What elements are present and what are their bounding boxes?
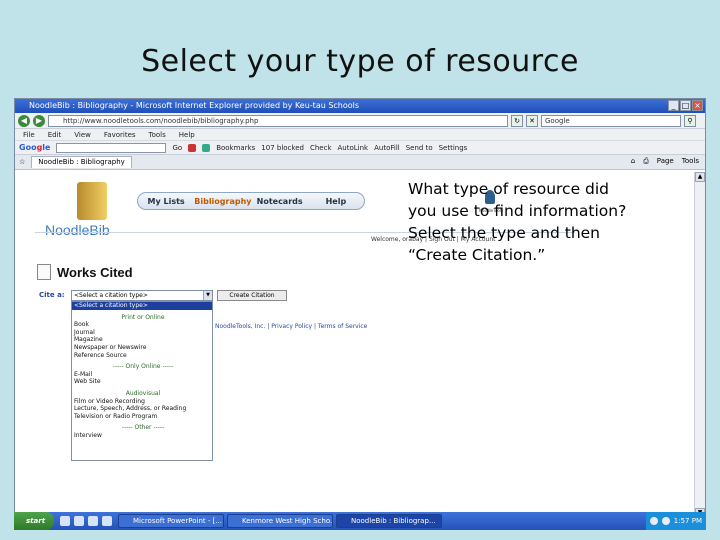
dropdown-option[interactable]: Journal	[72, 329, 212, 337]
quick-launch	[54, 516, 118, 526]
menu-file[interactable]: File	[23, 129, 35, 140]
stop-icon[interactable]: ✕	[526, 114, 538, 127]
dropdown-option[interactable]: Lecture, Speech, Address, or Reading	[72, 405, 212, 413]
page-menu[interactable]: Page	[657, 157, 674, 166]
scroll-up-icon[interactable]: ▲	[695, 172, 705, 182]
forward-button[interactable]: ▶	[33, 114, 45, 127]
google-logo: Google	[19, 143, 51, 152]
dropdown-option[interactable]: <Select a citation type>	[72, 302, 212, 310]
dropdown-option[interactable]: Interview	[72, 432, 212, 440]
browser-window: NoodleBib : Bibliography - Microsoft Int…	[14, 98, 706, 530]
dropdown-group-label: ----- Only Online -----	[112, 363, 174, 371]
window-titlebar: NoodleBib : Bibliography - Microsoft Int…	[15, 99, 705, 113]
citation-type-dropdown[interactable]: <Select a citation type> Print or Online B…	[71, 301, 213, 461]
taskbar: start Microsoft PowerPoint - [... Kenmor…	[14, 512, 706, 530]
news-icon[interactable]	[202, 143, 211, 152]
task-kenmore[interactable]: Kenmore West High Scho...	[227, 514, 333, 528]
dropdown-group-label: ----- Other -----	[121, 424, 165, 432]
volume-icon[interactable]	[661, 517, 670, 525]
toolbar-autofill[interactable]: AutoFill	[374, 144, 400, 152]
dropdown-option[interactable]: E-Mail	[72, 371, 212, 379]
minimize-button[interactable]: _	[668, 100, 679, 111]
refresh-icon[interactable]: ↻	[511, 114, 523, 127]
toolbar-autolink[interactable]: AutoLink	[338, 144, 369, 152]
excel-icon[interactable]	[102, 516, 112, 526]
ie-icon[interactable]	[60, 516, 70, 526]
toolbar-bookmarks[interactable]: Bookmarks	[216, 144, 255, 152]
dropdown-group-label: Print or Online	[121, 313, 165, 321]
toolbar-send-to[interactable]: Send to	[406, 144, 433, 152]
window-title: NoodleBib : Bibliography - Microsoft Int…	[29, 101, 360, 110]
vertical-scrollbar[interactable]: ▲ ▼	[694, 172, 705, 518]
search-icon[interactable]: ⚲	[684, 114, 696, 127]
nav-help[interactable]: Help	[308, 197, 364, 206]
menu-favorites[interactable]: Favorites	[104, 129, 136, 140]
maximize-button[interactable]: □	[680, 100, 691, 111]
address-bar: ◀ ▶ http://www.noodletools.com/noodlebib…	[15, 113, 705, 129]
dropdown-group-label: Audiovisual	[125, 389, 161, 397]
star-icon[interactable]	[188, 143, 197, 152]
select-value: <Select a citation type>	[74, 292, 148, 299]
tools-menu[interactable]: Tools	[682, 157, 699, 166]
back-button[interactable]: ◀	[18, 114, 30, 127]
dropdown-option[interactable]: Newspaper or Newswire	[72, 344, 212, 352]
task-noodlebib[interactable]: NoodleBib : Bibliograp...	[336, 514, 442, 528]
dropdown-option[interactable]: Book	[72, 321, 212, 329]
toolbar-settings[interactable]: Settings	[439, 144, 468, 152]
nav-bibliography[interactable]: Bibliography	[194, 197, 251, 206]
menu-view[interactable]: View	[74, 129, 91, 140]
search-input[interactable]: Google	[541, 114, 681, 127]
dropdown-option[interactable]: Film or Video Recording	[72, 398, 212, 406]
url-input[interactable]: http://www.noodletools.com/noodlebib/bib…	[48, 114, 508, 127]
toolbar-go[interactable]: Go	[172, 144, 182, 152]
nav-my-lists[interactable]: My Lists	[138, 197, 194, 206]
google-toolbar: Google Go Bookmarks 107 blocked Check Au…	[15, 141, 705, 155]
nav-notecards[interactable]: Notecards	[252, 197, 308, 206]
tab-bar: ☆ NoodleBib : Bibliography ⌂ ⎙ Page Tool…	[15, 155, 705, 170]
menu-help[interactable]: Help	[179, 129, 195, 140]
toolbar-check[interactable]: Check	[310, 144, 332, 152]
dropdown-option[interactable]: Web Site	[72, 378, 212, 386]
start-button[interactable]: start	[14, 512, 54, 530]
main-nav: My Lists Bibliography Notecards Help	[137, 192, 365, 210]
menu-bar: File Edit View Favorites Tools Help	[15, 129, 705, 141]
footer-links[interactable]: NoodleTools, Inc. | Privacy Policy | Ter…	[215, 323, 367, 330]
menu-edit[interactable]: Edit	[48, 129, 62, 140]
outlook-icon[interactable]	[74, 516, 84, 526]
print-icon[interactable]: ⎙	[643, 157, 649, 166]
system-tray: 1:57 PM	[645, 512, 706, 530]
dropdown-option[interactable]: Television or Radio Program	[72, 413, 212, 421]
section-title: Works Cited	[57, 265, 133, 280]
logo-text: NoodleBib	[45, 222, 110, 238]
instruction-text: What type of resource did you use to fin…	[408, 180, 627, 264]
menu-tools[interactable]: Tools	[149, 129, 166, 140]
close-button[interactable]: ×	[692, 100, 703, 111]
tab-noodlebib[interactable]: NoodleBib : Bibliography	[31, 156, 132, 168]
create-citation-button[interactable]: Create Citation	[217, 290, 287, 301]
cite-label: Cite a:	[39, 291, 65, 299]
dropdown-option[interactable]: Magazine	[72, 336, 212, 344]
word-icon[interactable]	[88, 516, 98, 526]
folder-icon	[77, 182, 107, 220]
document-icon	[37, 264, 51, 280]
citation-type-select[interactable]: <Select a citation type> ▼	[71, 290, 213, 301]
favorites-star-icon[interactable]: ☆	[19, 158, 25, 166]
noodlebib-logo[interactable]: NoodleBib	[45, 182, 145, 242]
task-powerpoint[interactable]: Microsoft PowerPoint - [...	[118, 514, 224, 528]
slide-title: Select your type of resource	[141, 44, 579, 79]
clock: 1:57 PM	[673, 517, 702, 525]
toolbar-blocked[interactable]: 107 blocked	[261, 144, 304, 152]
chevron-down-icon[interactable]: ▼	[203, 291, 212, 300]
dropdown-option[interactable]: Reference Source	[72, 352, 212, 360]
home-icon[interactable]: ⌂	[631, 157, 635, 166]
network-icon[interactable]	[649, 517, 658, 525]
toolbar-search-input[interactable]	[56, 142, 167, 153]
